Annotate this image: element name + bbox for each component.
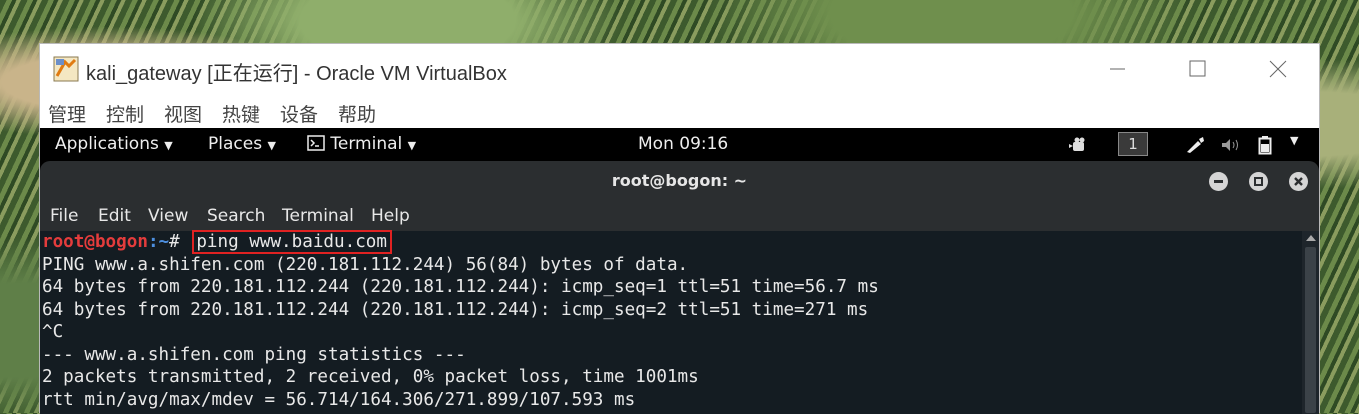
volume-icon[interactable]: [1220, 137, 1242, 153]
battery-icon[interactable]: [1258, 135, 1272, 155]
terminal-minimize-button[interactable]: [1209, 172, 1228, 191]
output-line: PING www.a.shifen.com (220.181.112.244) …: [42, 254, 689, 275]
prompt-line: root@bogon:~# ping www.baidu.com: [42, 230, 392, 254]
places-menu[interactable]: Places ▼: [208, 134, 276, 154]
menu-hotkeys[interactable]: 热键: [222, 100, 260, 127]
terminal-menu-bar: File Edit View Search Terminal Help: [40, 201, 1319, 231]
prompt-symbol: #: [169, 232, 191, 252]
output-line: 64 bytes from 220.181.112.244 (220.181.1…: [42, 277, 879, 297]
output-line: ^C: [42, 322, 64, 342]
chevron-down-icon: ▼: [267, 139, 276, 152]
applications-menu[interactable]: Applications ▼: [55, 134, 173, 154]
host-menu-bar: 管理 控制 视图 热键 设备 帮助: [40, 96, 1319, 128]
terminal-window: root@bogon: ~ File Edit View Search Term…: [40, 161, 1319, 414]
command-text: ping www.baidu.com: [192, 230, 392, 254]
clock[interactable]: Mon 09:16: [638, 134, 728, 154]
chevron-down-icon: ▼: [164, 139, 173, 152]
terminal-menu-help[interactable]: Help: [371, 206, 410, 226]
close-icon: [1294, 177, 1303, 186]
minimize-button[interactable]: [1096, 50, 1156, 88]
terminal-menu-view[interactable]: View: [148, 206, 188, 226]
pen-tool-icon[interactable]: [1184, 136, 1206, 154]
output-line: 64 bytes from 220.181.112.244 (220.181.1…: [42, 299, 869, 320]
terminal-icon: [307, 135, 325, 151]
prompt-user: root@bogon: [42, 232, 148, 252]
video-camera-icon[interactable]: [1067, 137, 1089, 153]
output-line: 2 packets transmitted, 2 received, 0% pa…: [42, 367, 699, 387]
gnome-top-bar: Applications ▼ Places ▼ Terminal ▼ Mon 0…: [40, 128, 1319, 161]
host-window-title: kali_gateway [正在运行] - Oracle VM VirtualB…: [86, 63, 507, 85]
prompt-path: :~: [147, 232, 170, 252]
menu-manage[interactable]: 管理: [48, 100, 86, 127]
maximize-button[interactable]: [1176, 50, 1236, 88]
virtualbox-app-icon: [53, 56, 79, 82]
system-menu-chevron-icon[interactable]: ▼: [1290, 134, 1298, 147]
terminal-title: root@bogon: ~: [611, 171, 748, 190]
terminal-console[interactable]: root@bogon:~# ping www.baidu.com PING ww…: [40, 230, 1302, 414]
menu-devices[interactable]: 设备: [280, 100, 318, 127]
scroll-up-arrow-icon[interactable]: [1306, 235, 1316, 241]
menu-help[interactable]: 帮助: [338, 100, 376, 127]
output-line: --- www.a.shifen.com ping statistics ---: [42, 344, 466, 365]
terminal-scrollbar[interactable]: [1302, 231, 1319, 414]
output-line: rtt min/avg/max/mdev = 56.714/164.306/27…: [42, 389, 636, 410]
terminal-app-menu[interactable]: Terminal ▼: [307, 134, 416, 154]
guest-display: Applications ▼ Places ▼ Terminal ▼ Mon 0…: [40, 128, 1319, 414]
chevron-down-icon: ▼: [407, 139, 417, 152]
terminal-close-button[interactable]: [1289, 172, 1308, 191]
virtualbox-window: kali_gateway [正在运行] - Oracle VM VirtualB…: [39, 43, 1320, 414]
close-button[interactable]: [1256, 50, 1316, 88]
workspace-indicator[interactable]: 1: [1118, 132, 1148, 156]
terminal-menu-terminal[interactable]: Terminal: [282, 206, 354, 226]
terminal-menu-edit[interactable]: Edit: [98, 206, 131, 226]
scrollbar-thumb[interactable]: [1305, 247, 1316, 413]
terminal-maximize-button[interactable]: [1249, 172, 1268, 191]
terminal-menu-search[interactable]: Search: [207, 206, 265, 226]
host-title-bar: kali_gateway [正在运行] - Oracle VM VirtualB…: [40, 44, 1319, 93]
menu-view[interactable]: 视图: [164, 100, 202, 127]
terminal-menu-file[interactable]: File: [50, 206, 78, 226]
menu-control[interactable]: 控制: [106, 100, 144, 127]
